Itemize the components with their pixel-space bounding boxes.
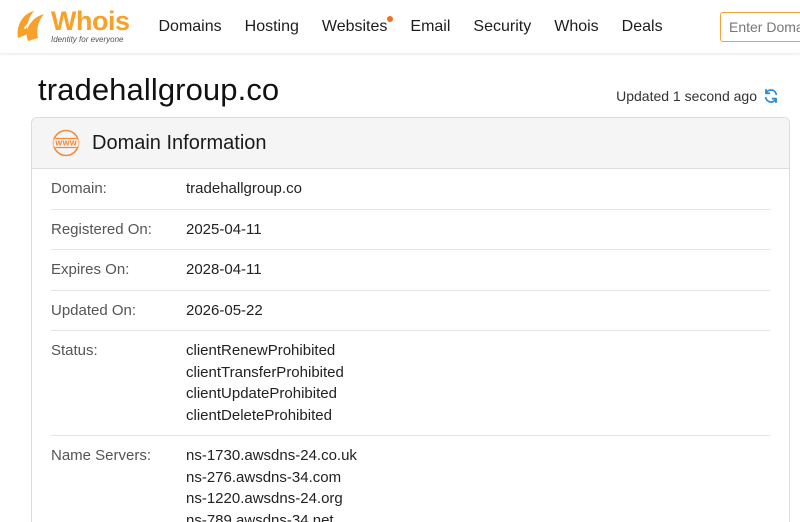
nav-item-hosting[interactable]: Hosting — [233, 0, 310, 53]
info-row-label: Updated On: — [51, 301, 137, 319]
info-value-line: tradehallgroup.co — [186, 180, 302, 197]
nav-item-label: Email — [410, 18, 451, 35]
info-value-line: ns-1220.awsdns-24.org — [186, 490, 343, 507]
info-value-line: ns-1730.awsdns-24.co.uk — [186, 447, 357, 464]
nav-item-domains[interactable]: Domains — [147, 0, 233, 53]
info-row-value: tradehallgroup.co — [186, 178, 302, 200]
info-value-line: 2028-04-11 — [186, 261, 262, 278]
nav-item-email[interactable]: Email — [399, 0, 462, 53]
info-row: Name Servers: ns-1730.awsdns-24.co.uk ns-2… — [51, 436, 770, 522]
logo-wordmark: Whois — [51, 6, 130, 36]
whois-logo[interactable]: Whois Identity for everyone — [14, 8, 130, 46]
nav-item-label: Whois — [554, 18, 599, 35]
info-row: Updated On: 2026-05-22 — [51, 291, 770, 331]
info-row-label: Name Servers: — [51, 447, 152, 464]
info-value-line: clientRenewProhibited — [186, 342, 336, 359]
info-row-value: 2025-04-11 — [186, 219, 262, 241]
panel-title: Domain Information — [92, 131, 267, 154]
top-navbar: Whois Identity for everyone Domains Hosti… — [0, 0, 800, 53]
refresh-icon[interactable] — [763, 88, 779, 104]
nav-item-label: Websites — [321, 18, 388, 35]
domain-search-input[interactable] — [720, 12, 800, 42]
info-value-line: clientDeleteProhibited — [186, 406, 332, 424]
info-row: Expires On: 2028-04-11 — [51, 250, 770, 291]
info-row-value: clientRenewProhibited clientTransferProhi… — [186, 340, 344, 426]
www-icon: WWW — [52, 129, 80, 157]
nav-item-security[interactable]: Security — [462, 0, 543, 53]
info-value-line: clientTransferProhibited — [186, 363, 344, 381]
svg-text:WWW: WWW — [55, 140, 78, 148]
updated-text: Updated 1 second ago — [616, 88, 757, 104]
updated-status: Updated 1 second ago — [616, 88, 779, 104]
info-row: Domain: tradehallgroup.co — [51, 169, 770, 210]
info-row-label: Domain: — [51, 180, 107, 197]
nav-item-label: Hosting — [244, 18, 299, 35]
info-row: Status: clientRenewProhibited clientTransf… — [51, 331, 770, 436]
info-row-value: 2028-04-11 — [186, 259, 262, 281]
info-value-line: 2026-05-22 — [186, 301, 263, 319]
nav-item-label: Security — [473, 18, 532, 35]
info-value-line: ns-276.awsdns-34.com — [186, 468, 342, 486]
domain-information-panel: WWW Domain Information Domain: tradehallg… — [31, 117, 790, 522]
info-value-line: 2025-04-11 — [186, 220, 262, 238]
info-row-label: Expires On: — [51, 261, 130, 278]
whois-logo-icon — [17, 11, 44, 41]
nav-item-label: Domains — [158, 18, 222, 35]
panel-header: WWW Domain Information — [32, 118, 789, 169]
main-nav: Domains Hosting Websites Email Security Whois… — [147, 0, 674, 53]
new-indicator-dot — [386, 16, 393, 22]
info-row-value: 2026-05-22 — [186, 300, 263, 322]
page-title: tradehallgroup.co — [38, 72, 280, 107]
nav-item-deals[interactable]: Deals — [610, 0, 674, 53]
logo-tagline: Identity for everyone — [51, 35, 124, 44]
info-value-line: clientUpdateProhibited — [186, 385, 337, 402]
nav-item-label: Deals — [621, 18, 663, 35]
nav-item-whois[interactable]: Whois — [543, 0, 610, 53]
info-row-value: ns-1730.awsdns-24.co.uk ns-276.awsdns-34.… — [186, 445, 357, 522]
info-rows: Domain: tradehallgroup.co Registered On: 20… — [32, 169, 789, 522]
nav-item-websites[interactable]: Websites — [310, 0, 399, 53]
logo-text: Whois Identity for everyone — [51, 6, 130, 45]
info-row-label: Status: — [51, 342, 98, 359]
info-row: Registered On: 2025-04-11 — [51, 210, 770, 250]
info-row-label: Registered On: — [51, 220, 152, 238]
info-value-line: ns-789.awsdns-34.net — [186, 511, 334, 522]
